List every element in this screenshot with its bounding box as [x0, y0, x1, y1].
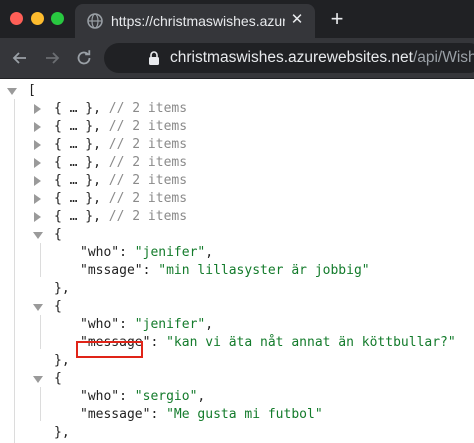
browser-toolbar: christmaswishes.azurewebsites.net/api/Wi…	[0, 38, 474, 79]
expand-toggle[interactable]	[34, 212, 41, 222]
indent-guide	[40, 387, 41, 421]
json-line: { … }, // 2 items	[54, 208, 187, 226]
tab-title: https://christmaswishes.azurewebsites.ne…	[111, 13, 285, 29]
json-line: { … }, // 2 items	[54, 136, 187, 154]
json-line: },	[54, 352, 70, 370]
expand-toggle[interactable]	[34, 104, 41, 114]
json-comment: // 2 items	[108, 173, 188, 188]
json-punctuation: ,	[205, 245, 214, 260]
globe-icon	[87, 13, 103, 29]
reload-icon[interactable]	[74, 48, 94, 68]
json-comment: // 2 items	[108, 191, 188, 206]
json-punctuation: { … },	[54, 155, 109, 170]
expand-toggle[interactable]	[34, 176, 41, 186]
json-comment: // 2 items	[108, 101, 188, 116]
json-punctuation: {	[54, 227, 62, 242]
indent-guide	[40, 243, 41, 277]
json-string-value: "min lillasyster är jobbig"	[158, 263, 370, 278]
json-key: "who"	[80, 317, 120, 332]
json-punctuation: { … },	[54, 173, 109, 188]
expand-toggle[interactable]	[34, 194, 41, 204]
json-line: "who": "jenifer",	[80, 316, 213, 334]
json-punctuation: :	[119, 389, 135, 404]
forward-arrow-icon[interactable]	[42, 48, 62, 68]
json-line: "mssage": "min lillasyster är jobbig"	[80, 262, 370, 280]
json-line: {	[54, 370, 62, 388]
collapse-toggle[interactable]	[33, 376, 43, 383]
url-text: christmaswishes.azurewebsites.net/api/Wi…	[170, 49, 474, 67]
json-line: "who": "sergio",	[80, 388, 205, 406]
json-punctuation: :	[150, 407, 167, 422]
close-window-button[interactable]	[10, 12, 23, 25]
indent-guide	[40, 315, 41, 349]
json-punctuation: { … },	[54, 119, 109, 134]
json-comment: // 2 items	[108, 137, 188, 152]
collapse-toggle[interactable]	[7, 88, 17, 95]
json-string-value: "sergio"	[134, 389, 198, 404]
close-icon[interactable]: ✕	[289, 12, 305, 28]
expand-toggle[interactable]	[34, 158, 41, 168]
json-line: { … }, // 2 items	[54, 190, 187, 208]
json-string-value: "Me gusta mi futbol"	[166, 407, 323, 422]
json-key: "mssage"	[80, 263, 143, 278]
url-path: /api/Wishes	[412, 49, 474, 66]
json-punctuation: {	[54, 299, 62, 314]
plus-icon[interactable]: +	[325, 7, 349, 31]
lock-icon[interactable]	[148, 51, 160, 65]
json-key: "message"	[80, 407, 151, 422]
json-punctuation: :	[150, 335, 167, 350]
browser-titlebar: https://christmaswishes.azurewebsites.ne…	[0, 0, 474, 38]
json-viewer: [{ … }, // 2 items{ … }, // 2 items{ … }…	[0, 79, 474, 443]
json-punctuation: {	[54, 371, 62, 386]
json-string-value: "jenifer"	[134, 317, 206, 332]
url-host: christmaswishes.azurewebsites.net	[170, 49, 413, 66]
expand-toggle[interactable]	[34, 122, 41, 132]
json-line: },	[54, 280, 70, 298]
json-punctuation: :	[119, 245, 135, 260]
json-string-value: "jenifer"	[134, 245, 206, 260]
json-line: {	[54, 226, 62, 244]
address-bar[interactable]: christmaswishes.azurewebsites.net/api/Wi…	[104, 43, 474, 73]
json-line: "who": "jenifer",	[80, 244, 213, 262]
json-comment: // 2 items	[108, 155, 188, 170]
json-comment: // 2 items	[108, 119, 188, 134]
json-line: },	[54, 424, 70, 442]
json-key: "who"	[80, 245, 120, 260]
json-punctuation: { … },	[54, 209, 109, 224]
json-punctuation: { … },	[54, 137, 109, 152]
json-punctuation: :	[119, 317, 135, 332]
json-line: { … }, // 2 items	[54, 118, 187, 136]
json-line: { … }, // 2 items	[54, 100, 187, 118]
json-comment: // 2 items	[108, 209, 188, 224]
json-punctuation: :	[142, 263, 159, 278]
json-punctuation: { … },	[54, 101, 109, 116]
json-string-value: "kan vi äta nåt annat än köttbullar?"	[166, 335, 456, 350]
json-line: "message": "Me gusta mi futbol"	[80, 406, 323, 424]
json-punctuation: { … },	[54, 191, 109, 206]
json-line: {	[54, 298, 62, 316]
browser-tab[interactable]: https://christmaswishes.azurewebsites.ne…	[75, 4, 315, 38]
json-line: { … }, // 2 items	[54, 154, 187, 172]
json-punctuation: },	[54, 281, 70, 296]
json-line: { … }, // 2 items	[54, 172, 187, 190]
expand-toggle[interactable]	[34, 140, 41, 150]
collapse-toggle[interactable]	[33, 304, 43, 311]
maximize-window-button[interactable]	[51, 12, 64, 25]
back-arrow-icon[interactable]	[10, 48, 30, 68]
json-punctuation: },	[54, 353, 70, 368]
collapse-toggle[interactable]	[33, 232, 43, 239]
json-key: "who"	[80, 389, 120, 404]
json-punctuation: ,	[197, 389, 206, 404]
highlight-box	[76, 341, 143, 358]
minimize-window-button[interactable]	[31, 12, 44, 25]
json-punctuation: },	[54, 425, 70, 440]
json-punctuation: ,	[205, 317, 214, 332]
indent-guide	[14, 99, 15, 443]
json-punctuation: [	[28, 83, 36, 98]
json-line: [	[28, 82, 36, 100]
